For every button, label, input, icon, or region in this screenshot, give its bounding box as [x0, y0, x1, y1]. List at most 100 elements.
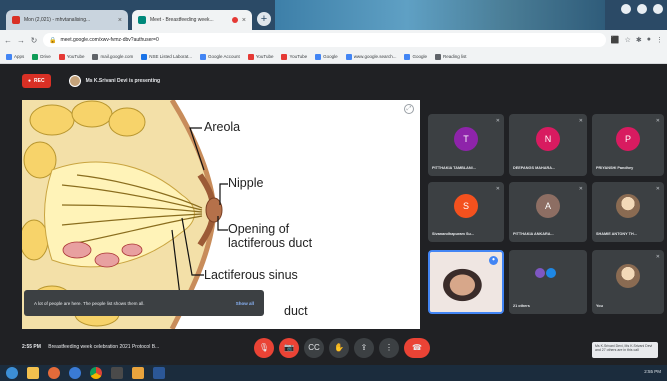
- tab-close-icon[interactable]: ×: [118, 17, 122, 24]
- bookmark-icon: [247, 53, 254, 60]
- tab-title: Mon (2,021) - mhvtanalising...: [24, 17, 91, 23]
- meeting-time: 2:55 PM: [22, 344, 41, 350]
- bookmark-label: Google: [412, 54, 427, 59]
- browser-tab-meet[interactable]: Meet - Breastfeeding week... ×: [132, 10, 252, 30]
- participants-tooltip: Ms K.Srivani Devi, Ms K.Srivani Devi and…: [592, 342, 658, 358]
- label-opening-1: Opening of: [228, 222, 290, 236]
- label-opening-2: lactiferous duct: [228, 236, 313, 250]
- bookmark-item[interactable]: Apps: [6, 53, 25, 60]
- participant-tile[interactable]: ✕ S Sivanandhapuram Su...: [428, 182, 504, 242]
- close-window-icon[interactable]: [653, 4, 663, 14]
- bookmark-label: Apps: [14, 54, 25, 59]
- participant-tile[interactable]: ✕ A PITTHAKIA ANKARA...: [509, 182, 587, 242]
- bookmark-icon: [141, 53, 148, 60]
- label-duct: duct: [284, 304, 308, 318]
- recording-badge: ● REC: [22, 74, 51, 88]
- bookmark-icon: [58, 53, 65, 60]
- present-icon[interactable]: ⇪: [354, 338, 374, 358]
- avatar: [546, 268, 556, 278]
- mic-off-icon: ✕: [655, 186, 660, 192]
- bookmark-icon: [281, 53, 288, 60]
- presenter-avatar: [68, 75, 81, 87]
- profile-icon[interactable]: ●: [647, 36, 651, 44]
- meeting-title: Breastfeeding week celebration 2021 Prot…: [48, 344, 160, 350]
- extension-icon[interactable]: ⬛: [611, 36, 620, 44]
- bookmark-item[interactable]: www.google.search...: [345, 53, 397, 60]
- bookmark-item[interactable]: NSE Listed Laborat...: [141, 53, 192, 60]
- bookmark-item[interactable]: Reading list: [434, 53, 467, 60]
- mic-off-icon: ✕: [655, 118, 660, 124]
- participant-tile[interactable]: ✕ N DEEPANGS MAHARA...: [509, 114, 587, 176]
- lock-icon: 🔒: [49, 37, 57, 44]
- os-taskbar: 2:55 PM: [0, 365, 667, 381]
- end-call-icon[interactable]: ☎: [404, 338, 430, 358]
- app-icon[interactable]: [111, 367, 123, 379]
- file-explorer-icon[interactable]: [27, 367, 39, 379]
- presenting-text: Ms K.Srivani Devi is presenting: [85, 78, 161, 84]
- url-field[interactable]: 🔒 meet.google.com/xwv-fvmz-dbv?authuser=…: [43, 33, 606, 47]
- meet-bottom-bar: 2:55 PM Breastfeeding week celebration 2…: [0, 332, 667, 365]
- bookmark-item[interactable]: Drive: [32, 53, 51, 60]
- bookmark-icon: [200, 53, 207, 60]
- bookmark-label: Google: [323, 54, 338, 59]
- avatar: A: [536, 194, 560, 218]
- bookmark-item[interactable]: YouTube: [281, 53, 307, 60]
- maximize-icon[interactable]: [637, 4, 647, 14]
- meet-top-bar: ● REC Ms K.Srivani Devi is presenting: [0, 64, 667, 98]
- browser-tab-strip: Mon (2,021) - mhvtanalising... × Meet - …: [0, 0, 667, 30]
- system-tray-clock: 2:55 PM: [644, 369, 661, 374]
- meeting-details[interactable]: 2:55 PM Breastfeeding week celebration 2…: [22, 344, 159, 350]
- bookmark-item[interactable]: mail.google.com: [92, 53, 133, 60]
- window-controls: [621, 4, 663, 14]
- active-speaker-tile[interactable]: ⦁: [428, 250, 504, 314]
- toast-message: A lot of people are here. The people lis…: [34, 300, 145, 306]
- bookmark-item[interactable]: Google: [315, 53, 338, 60]
- slides-icon[interactable]: [132, 367, 144, 379]
- bookmark-item[interactable]: YouTube: [247, 53, 273, 60]
- participant-tile[interactable]: ✕ SHAMIE ANTONY TH...: [592, 182, 664, 242]
- menu-icon[interactable]: ⋮: [656, 36, 663, 44]
- bookmark-label: Google Account: [208, 54, 240, 59]
- self-tile[interactable]: ✕ You: [592, 250, 664, 314]
- browser-tab-inbox[interactable]: Mon (2,021) - mhvtanalising... ×: [6, 10, 128, 30]
- start-icon[interactable]: [6, 367, 18, 379]
- expand-icon[interactable]: ⤢: [404, 104, 414, 114]
- url-text: meet.google.com/xwv-fvmz-dbv?authuser=0: [60, 37, 159, 43]
- new-tab-button[interactable]: +: [257, 12, 271, 26]
- reload-icon[interactable]: ↻: [30, 36, 38, 45]
- bookmark-item[interactable]: Google: [404, 53, 427, 60]
- label-lactiferous-sinus: Lactiferous sinus: [204, 268, 298, 282]
- bookmark-label: www.google.search...: [353, 54, 397, 59]
- star-icon[interactable]: ☆: [625, 36, 631, 44]
- puzzle-icon[interactable]: ✱: [636, 36, 642, 44]
- participant-name: SHAMIE ANTONY TH...: [596, 232, 637, 236]
- more-options-icon[interactable]: ⋮: [379, 338, 399, 358]
- participant-tile[interactable]: ✕ T PITTHAKIA TAMBLANI...: [428, 114, 504, 176]
- show-all-link[interactable]: Show all: [236, 301, 254, 306]
- bookmark-icon: [92, 53, 99, 60]
- browser-icon[interactable]: [69, 367, 81, 379]
- word-icon[interactable]: [153, 367, 165, 379]
- camera-toggle-icon[interactable]: 📷: [279, 338, 299, 358]
- forward-icon[interactable]: →: [17, 36, 25, 45]
- back-icon[interactable]: ←: [4, 36, 12, 45]
- participant-tile[interactable]: ✕ P PRIYANSHI Pandhey: [592, 114, 664, 176]
- mic-toggle-icon[interactable]: 🎙: [254, 338, 274, 358]
- others-count: 21 others: [513, 304, 530, 308]
- avatar: [616, 263, 640, 288]
- chrome-icon[interactable]: [90, 367, 102, 379]
- bookmarks-bar: Apps Drive YouTube mail.google.com NSE Liste…: [0, 50, 667, 64]
- bookmark-icon: [32, 53, 39, 60]
- raise-hand-icon[interactable]: ✋: [329, 338, 349, 358]
- captions-icon[interactable]: CC: [304, 338, 324, 358]
- bookmark-item[interactable]: Google Account: [200, 53, 240, 60]
- label-areola: Areola: [204, 120, 241, 134]
- others-tile[interactable]: 21 others: [509, 250, 587, 314]
- address-bar-row: ← → ↻ 🔒 meet.google.com/xwv-fvmz-dbv?aut…: [0, 30, 667, 50]
- meet-icon: [138, 16, 146, 24]
- tab-close-icon[interactable]: ×: [242, 17, 246, 24]
- bookmark-item[interactable]: YouTube: [58, 53, 84, 60]
- media-player-icon[interactable]: [48, 367, 60, 379]
- recording-dot-icon: [231, 17, 238, 23]
- minimize-icon[interactable]: [621, 4, 631, 14]
